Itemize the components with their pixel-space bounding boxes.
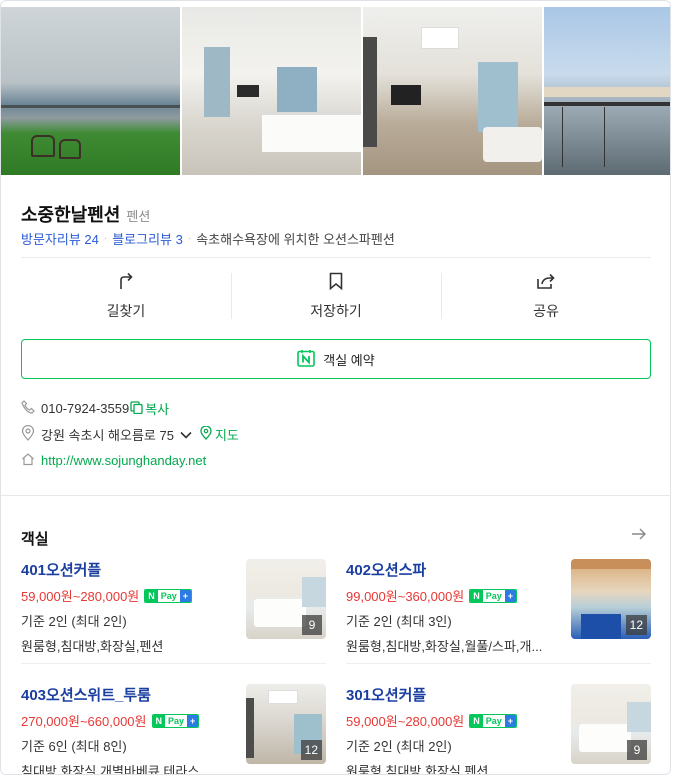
share-arrow-icon	[118, 272, 134, 293]
photo-living-room[interactable]	[363, 7, 542, 175]
room-thumbnail[interactable]: 9	[246, 559, 326, 639]
plus-icon: +	[504, 714, 517, 727]
npay-badge: N Pay +	[469, 588, 518, 603]
divider	[21, 663, 326, 664]
photo-terrace-sea[interactable]	[1, 7, 180, 175]
meta-dot: ·	[187, 233, 192, 244]
blog-review-link[interactable]: 블로그리뷰 3	[112, 229, 183, 248]
rooms-section-title: 객실	[21, 531, 49, 548]
place-description: 속초해수욕장에 위치한 오션스파펜션	[196, 232, 395, 247]
photo-count: 9	[302, 615, 322, 635]
directions-button[interactable]: 길찾기	[21, 263, 231, 329]
meta-dot: ·	[103, 233, 108, 244]
room-item[interactable]: 301오션커플 59,000원~280,000원 N Pay + 기준 2인 (최대…	[346, 684, 651, 775]
copy-icon	[130, 400, 143, 417]
copy-label: 복사	[145, 402, 170, 417]
npay-label: Pay	[485, 715, 502, 726]
room-features: 원룸형,침대방,화장실,펜션	[346, 764, 489, 775]
calendar-n-icon	[297, 349, 316, 370]
website-row: http://www.sojunghanday.net	[21, 452, 206, 469]
reserve-label: 객실 예약	[323, 352, 375, 368]
room-item[interactable]: 401오션커플 59,000원~280,000원 N Pay + 기준 2인 (최대…	[21, 559, 326, 659]
map-button[interactable]: 지도	[200, 425, 239, 444]
room-thumbnail[interactable]: 12	[246, 684, 326, 764]
website-link[interactable]: http://www.sojunghanday.net	[41, 453, 206, 468]
room-price: 59,000원~280,000원	[346, 714, 465, 729]
pin-icon	[21, 424, 35, 444]
room-features: 원룸형,침대방,화장실,월풀/스파,개...	[346, 639, 543, 654]
address-row: 강원 속초시 해오름로 75 지도	[21, 424, 239, 444]
copy-phone-button[interactable]: 복사	[130, 399, 169, 418]
npay-badge: N Pay +	[151, 713, 200, 728]
room-thumbnail[interactable]: 9	[571, 684, 651, 764]
photo-count: 9	[627, 740, 647, 760]
share-box-icon	[536, 272, 556, 293]
room-thumbnail[interactable]: 12	[571, 559, 651, 639]
npay-badge: N Pay +	[144, 588, 193, 603]
place-card: 소중한날펜션 펜션 방문자리뷰 24 · 블로그리뷰 3 · 속초해수욕장에 위…	[0, 0, 671, 775]
divider	[346, 663, 651, 664]
plus-icon: +	[187, 714, 199, 727]
place-name: 소중한날펜션	[21, 205, 121, 225]
share-label: 공유	[533, 302, 559, 319]
plus-icon: +	[179, 589, 192, 602]
section-divider	[1, 495, 670, 496]
phone-icon	[21, 400, 35, 417]
room-item[interactable]: 403오션스위트_투룸 270,000원~660,000원 N Pay + 기준 6…	[21, 684, 326, 775]
photo-bedroom[interactable]	[182, 7, 361, 175]
photo-gallery[interactable]	[1, 7, 670, 175]
map-pin-icon	[200, 425, 212, 443]
room-price: 270,000원~660,000원	[21, 714, 147, 729]
share-button[interactable]: 공유	[441, 263, 651, 329]
place-title-row: 소중한날펜션 펜션	[21, 201, 150, 227]
home-icon	[21, 452, 35, 469]
map-label: 지도	[214, 428, 239, 443]
bookmark-icon	[329, 272, 343, 293]
plus-icon: +	[504, 589, 517, 602]
room-price: 59,000원~280,000원	[21, 589, 140, 604]
action-bar: 길찾기 저장하기 공유	[21, 263, 651, 329]
divider	[21, 257, 651, 258]
save-label: 저장하기	[310, 302, 362, 319]
rooms-more-button[interactable]	[631, 527, 647, 546]
address-text[interactable]: 강원 속초시 해오름로 75	[41, 425, 174, 444]
phone-number[interactable]: 010-7924-3559	[41, 401, 129, 416]
room-reserve-button[interactable]: 객실 예약	[21, 339, 651, 379]
room-item[interactable]: 402오션스파 99,000원~360,000원 N Pay + 기준 2인 (최대…	[346, 559, 651, 659]
photo-count: 12	[300, 740, 322, 760]
room-features: 침대방,화장실,개별바베큐,테라스,...	[21, 764, 214, 775]
arrow-right-icon	[631, 528, 647, 545]
chevron-down-icon[interactable]	[180, 427, 192, 442]
visitor-review-link[interactable]: 방문자리뷰 24	[21, 229, 99, 248]
phone-row: 010-7924-3559 복사	[21, 399, 169, 418]
room-price: 99,000원~360,000원	[346, 589, 465, 604]
npay-label: Pay	[160, 590, 177, 601]
directions-label: 길찾기	[106, 302, 146, 319]
npay-label: Pay	[485, 590, 502, 601]
room-features: 원룸형,침대방,화장실,펜션	[21, 639, 164, 654]
place-category: 펜션	[126, 209, 151, 224]
photo-balcony-view[interactable]	[544, 7, 670, 175]
npay-label: Pay	[168, 715, 185, 726]
save-button[interactable]: 저장하기	[231, 263, 441, 329]
photo-count: 12	[625, 615, 647, 635]
place-meta-row: 방문자리뷰 24 · 블로그리뷰 3 · 속초해수욕장에 위치한 오션스파펜션	[21, 229, 395, 248]
npay-badge: N Pay +	[469, 713, 518, 728]
